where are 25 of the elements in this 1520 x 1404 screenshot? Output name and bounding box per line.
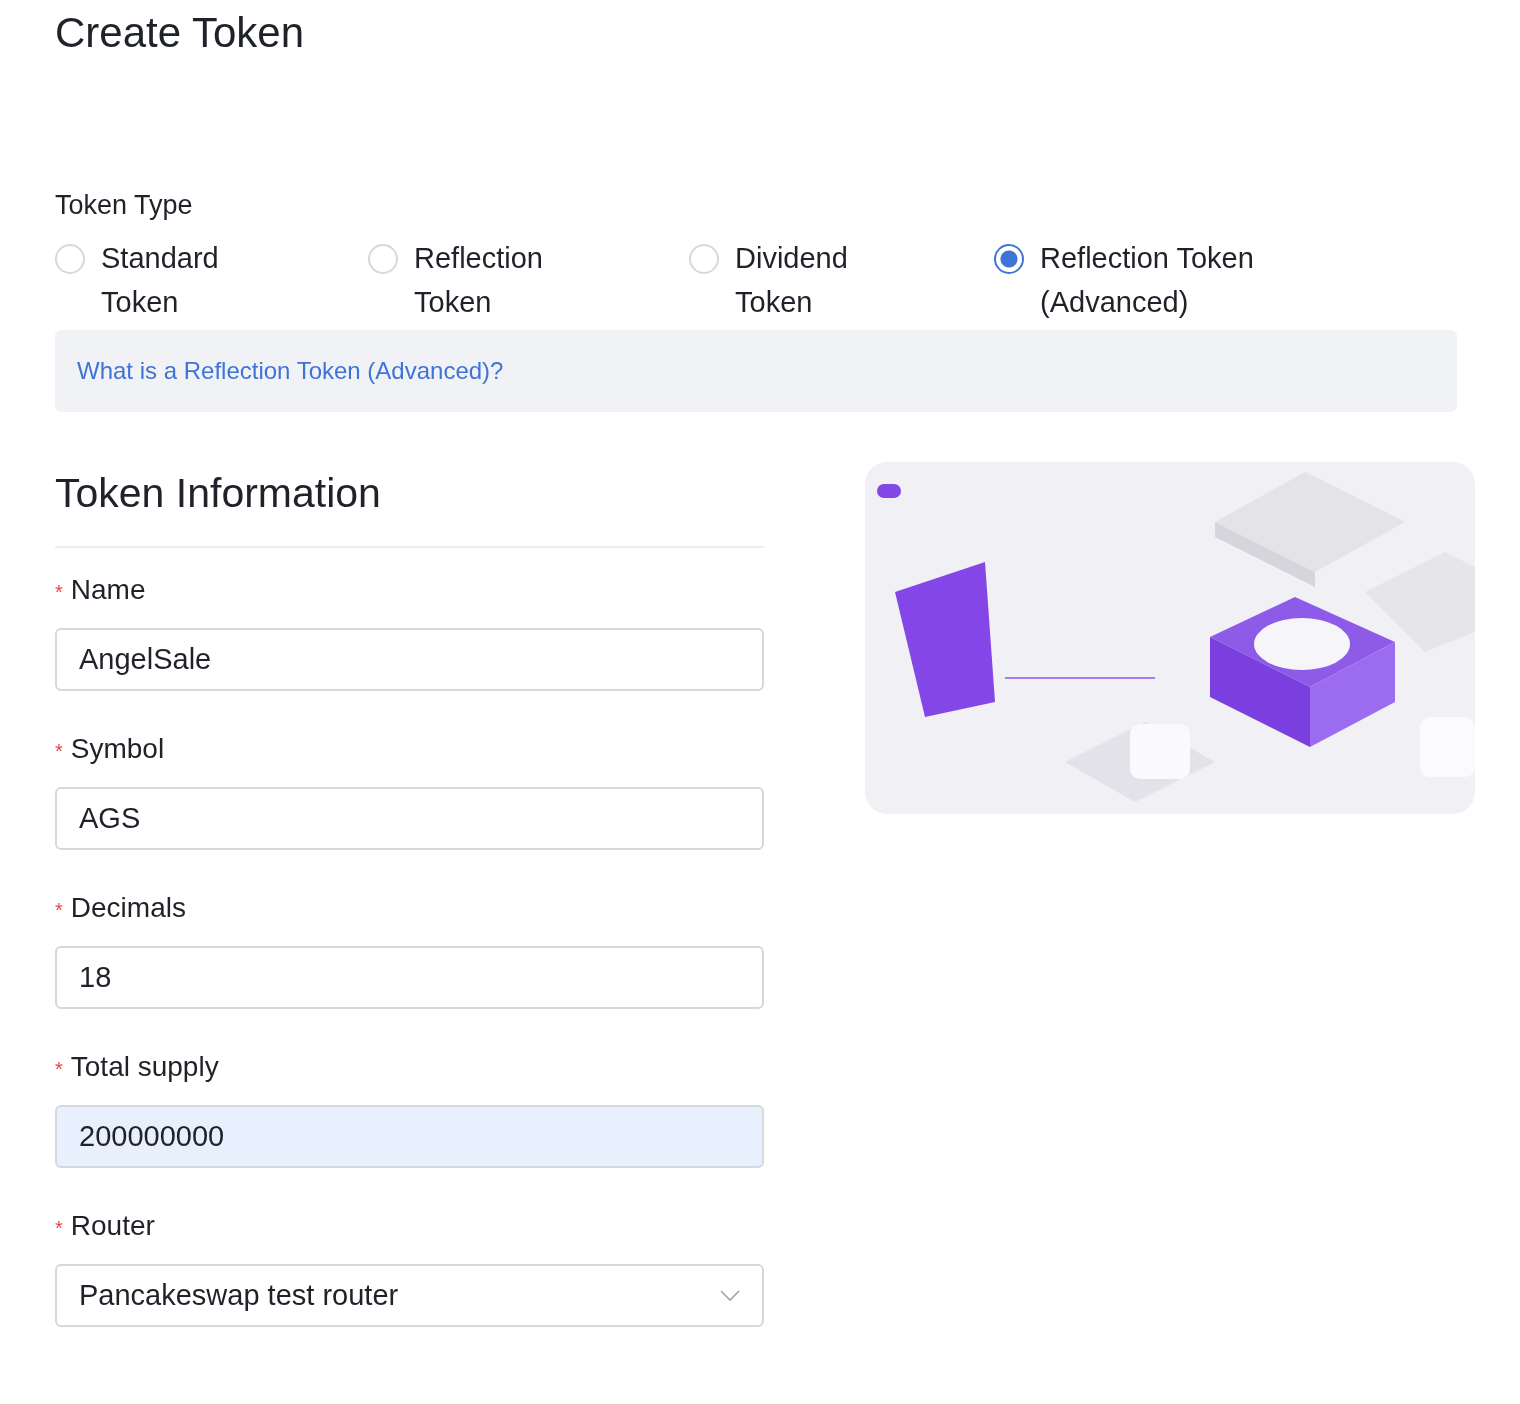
radio-label[interactable]: Dividend Token xyxy=(735,236,905,324)
required-mark: * xyxy=(55,740,63,763)
field-label: Decimals xyxy=(70,892,186,924)
field-label: Router xyxy=(70,1210,155,1242)
input-field[interactable]: 18 xyxy=(55,946,764,1009)
field-label: Total supply xyxy=(70,1051,219,1083)
radio-button[interactable] xyxy=(994,244,1024,274)
info-link[interactable]: What is a Reflection Token (Advanced)? xyxy=(77,357,504,385)
chevron-down-icon xyxy=(720,1289,740,1302)
required-mark: * xyxy=(55,899,63,922)
required-mark: * xyxy=(55,581,63,604)
input-field[interactable]: AngelSale xyxy=(55,628,764,691)
radio-label[interactable]: Standard Token xyxy=(101,236,271,324)
section-title: Token Information xyxy=(55,469,382,518)
token-type-label: Token Type xyxy=(55,190,194,221)
router-select[interactable]: Pancakeswap test router xyxy=(55,1264,764,1327)
page-title: Create Token xyxy=(55,8,306,58)
input-field[interactable]: 200000000 xyxy=(55,1105,764,1168)
radio-label[interactable]: Reflection Token (Advanced) xyxy=(1040,236,1290,324)
field-label: Symbol xyxy=(70,733,165,765)
required-mark: * xyxy=(55,1058,63,1081)
input-field[interactable]: AGS xyxy=(55,787,764,850)
radio-label[interactable]: Reflection Token xyxy=(414,236,584,324)
field-label: Name xyxy=(70,574,146,606)
required-mark: * xyxy=(55,1217,63,1240)
